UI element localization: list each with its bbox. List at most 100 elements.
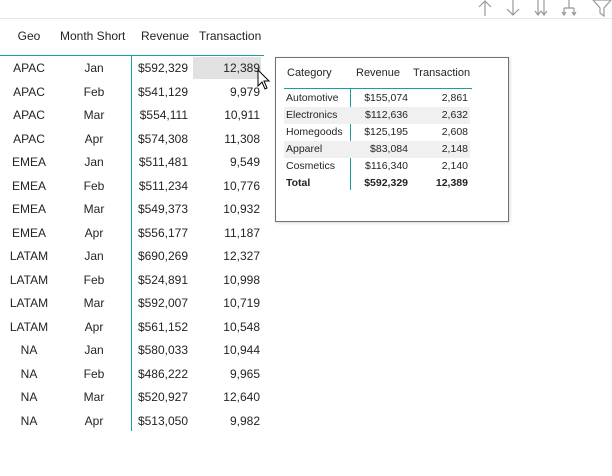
- cell-month: Apr: [84, 131, 104, 146]
- cell-month: Jan: [84, 249, 104, 263]
- cell-transaction: 10,932: [223, 202, 260, 216]
- tooltip-row: Apparel $83,084 2,148: [284, 141, 470, 158]
- tooltip-row: Cosmetics $116,340 2,140: [284, 158, 470, 175]
- expand-all-down-icon[interactable]: [559, 0, 579, 17]
- category-tooltip: Category Revenue Transaction Automotive $…: [275, 57, 509, 222]
- tooltip-cell-revenue: $125,195: [364, 126, 408, 138]
- visual-header-toolbar: [470, 0, 612, 18]
- column-header-month[interactable]: Month Short: [60, 29, 125, 43]
- tooltip-row: Homegoods $125,195 2,608: [284, 124, 470, 141]
- cell-transaction: 10,719: [223, 296, 260, 310]
- table-row[interactable]: NA Apr $513,050 9,982: [0, 410, 266, 434]
- table-row[interactable]: LATAM Jan $690,269 12,327: [0, 245, 266, 269]
- tooltip-row: Electronics $112,636 2,632: [284, 107, 470, 124]
- cell-geo: EMEA: [11, 178, 46, 193]
- table-row[interactable]: EMEA Apr $556,177 11,187: [0, 222, 266, 246]
- cell-month: Jan: [84, 61, 104, 75]
- table-row[interactable]: LATAM Apr $561,152 10,548: [0, 316, 266, 340]
- cell-month: Feb: [83, 84, 105, 99]
- cell-geo: LATAM: [9, 296, 49, 310]
- tooltip-header-underline: [284, 88, 472, 89]
- cell-month: Mar: [83, 390, 105, 404]
- cell-revenue: $556,177: [137, 225, 188, 240]
- cell-revenue: $486,222: [137, 366, 188, 381]
- mouse-cursor-icon: [257, 68, 271, 91]
- tooltip-total-row: Total $592,329 12,389: [284, 175, 470, 192]
- tooltip-cell-transaction: 2,148: [441, 143, 468, 155]
- cell-geo: EMEA: [11, 225, 46, 240]
- cell-month: Mar: [83, 296, 105, 310]
- cell-month: Feb: [83, 272, 105, 287]
- double-arrow-down-icon[interactable]: [531, 0, 551, 17]
- cell-transaction: 10,911: [224, 108, 260, 122]
- cell-revenue: $513,050: [137, 413, 188, 428]
- tooltip-cell-category: Apparel: [286, 143, 323, 155]
- cell-geo: LATAM: [9, 272, 49, 287]
- table-row[interactable]: APAC Mar $554,111 10,911: [0, 104, 266, 128]
- table-row[interactable]: NA Feb $486,222 9,965: [0, 363, 266, 387]
- column-header-revenue[interactable]: Revenue: [141, 29, 189, 43]
- cell-geo: APAC: [13, 131, 45, 146]
- arrow-down-icon[interactable]: [503, 0, 523, 17]
- tooltip-row: Automotive $155,074 2,861: [284, 90, 470, 107]
- cell-transaction: 9,549: [229, 155, 260, 169]
- column-header-transaction[interactable]: Transaction: [199, 29, 261, 43]
- table-row[interactable]: EMEA Feb $511,234 10,776: [0, 175, 266, 199]
- cell-transaction: 10,776: [223, 178, 260, 193]
- filter-icon[interactable]: [592, 0, 612, 17]
- cell-transaction: 10,944: [223, 343, 260, 357]
- cell-geo: APAC: [13, 108, 45, 122]
- tooltip-total-label: Total: [286, 177, 311, 189]
- cell-transaction: 12,389: [223, 61, 260, 75]
- tooltip-header-revenue: Revenue: [356, 67, 401, 79]
- cell-revenue: $592,329: [137, 61, 188, 75]
- cell-month: Apr: [84, 225, 104, 240]
- header-divider: [0, 18, 612, 19]
- tooltip-header-transaction: Transaction: [413, 67, 471, 79]
- cell-revenue: $690,269: [137, 249, 188, 263]
- table-row[interactable]: APAC Feb $541,129 9,979: [0, 81, 266, 105]
- cell-transaction: 9,979: [229, 84, 260, 99]
- table-row[interactable]: APAC Jan $592,329 12,389: [0, 57, 266, 81]
- cell-revenue: $511,481: [138, 155, 188, 169]
- tooltip-cell-revenue: $83,084: [370, 143, 408, 155]
- revenue-table: Geo Month Short Revenue Transaction APAC…: [0, 25, 266, 431]
- arrow-up-icon[interactable]: [475, 0, 495, 17]
- tooltip-total-transaction: 12,389: [435, 177, 468, 189]
- cell-revenue: $524,891: [137, 272, 188, 287]
- cell-geo: EMEA: [11, 202, 46, 216]
- cell-geo: LATAM: [9, 319, 49, 334]
- cell-transaction: 12,327: [223, 249, 260, 263]
- tooltip-cell-transaction: 2,140: [441, 160, 468, 172]
- table-row[interactable]: APAC Apr $574,308 11,308: [0, 128, 266, 152]
- cell-month: Feb: [83, 366, 105, 381]
- cell-geo: NA: [20, 413, 38, 428]
- header-underline: [0, 55, 264, 56]
- tooltip-total-revenue: $592,329: [364, 177, 408, 189]
- table-row[interactable]: EMEA Jan $511,481 9,549: [0, 151, 266, 175]
- table-row[interactable]: LATAM Mar $592,007 10,719: [0, 292, 266, 316]
- cell-geo: NA: [20, 343, 38, 357]
- cell-revenue: $561,152: [137, 319, 188, 334]
- table-row[interactable]: LATAM Feb $524,891 10,998: [0, 269, 266, 293]
- tooltip-header-category: Category: [287, 67, 332, 79]
- cell-transaction: 9,982: [229, 413, 260, 428]
- cell-revenue: $592,007: [137, 296, 188, 310]
- tooltip-cell-category: Homegoods: [286, 126, 343, 138]
- cell-transaction: 10,998: [223, 272, 260, 287]
- tooltip-cell-revenue: $112,636: [364, 109, 408, 121]
- column-header-geo[interactable]: Geo: [0, 29, 58, 43]
- cell-revenue: $554,111: [139, 108, 188, 122]
- tooltip-cell-transaction: 2,861: [441, 92, 468, 104]
- cell-transaction: 10,548: [223, 319, 260, 334]
- cell-month: Mar: [83, 202, 105, 216]
- table-row[interactable]: EMEA Mar $549,373 10,932: [0, 198, 266, 222]
- cell-month: Jan: [84, 155, 104, 169]
- cell-revenue: $549,373: [137, 202, 188, 216]
- table-header: Geo Month Short Revenue Transaction: [0, 25, 266, 53]
- cell-geo: NA: [20, 366, 38, 381]
- tooltip-cell-category: Electronics: [286, 109, 338, 121]
- table-row[interactable]: NA Mar $520,927 12,640: [0, 386, 266, 410]
- cell-geo: EMEA: [11, 155, 46, 169]
- table-row[interactable]: NA Jan $580,033 10,944: [0, 339, 266, 363]
